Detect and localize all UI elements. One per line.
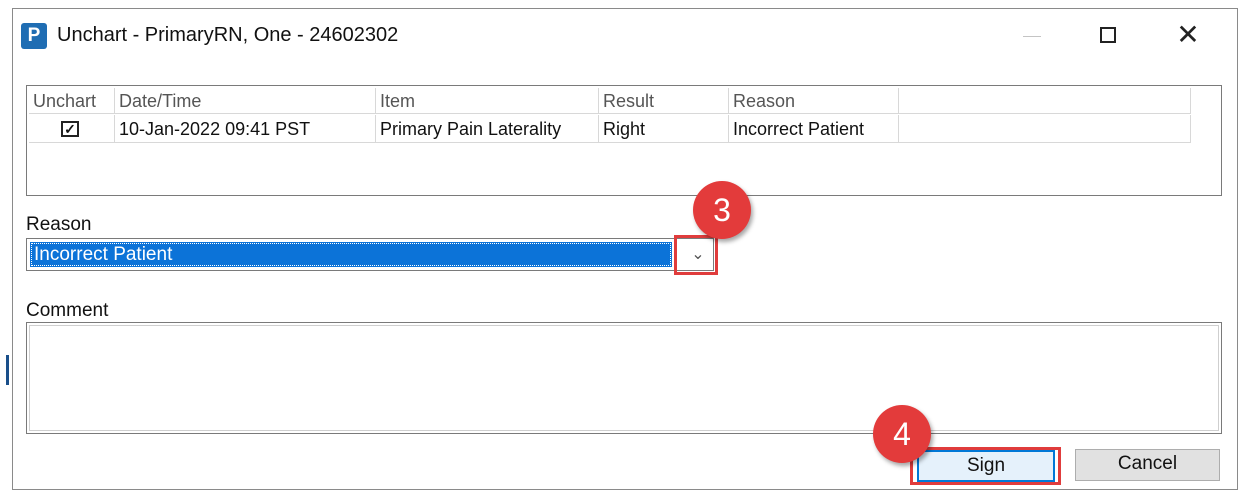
comment-label: Comment [26, 300, 109, 321]
extra-cell [899, 115, 1191, 143]
column-header-reason[interactable]: Reason [729, 88, 899, 114]
reason-cell: Incorrect Patient [729, 115, 899, 143]
dropdown-highlight-box [674, 235, 718, 275]
app-icon: P [21, 23, 47, 49]
step-4-badge: 4 [873, 405, 931, 463]
column-header-item[interactable]: Item [376, 88, 599, 114]
unchart-cell[interactable]: ✓ [29, 115, 115, 143]
unchart-checkbox[interactable]: ✓ [61, 121, 79, 137]
result-cell: Right [599, 115, 729, 143]
title-bar: P Unchart - PrimaryRN, One - 24602302 ✕ [13, 9, 1237, 61]
reason-selected-value[interactable]: Incorrect Patient [30, 242, 672, 267]
reason-label: Reason [26, 214, 92, 235]
sign-highlight-box [910, 447, 1061, 485]
grid-content: Unchart Date/Time Item Result Reason ✓ 1… [29, 88, 1191, 144]
item-cell: Primary Pain Laterality [376, 115, 599, 143]
column-header-unchart[interactable]: Unchart [29, 88, 115, 114]
maximize-button[interactable] [1085, 19, 1131, 51]
close-button[interactable]: ✕ [1165, 19, 1211, 51]
date-time-cell: 10-Jan-2022 09:41 PST [115, 115, 376, 143]
checkmark-icon: ✓ [64, 121, 76, 137]
unchart-dialog: P Unchart - PrimaryRN, One - 24602302 ✕ … [12, 8, 1238, 490]
column-header-result[interactable]: Result [599, 88, 729, 114]
column-header-blank [899, 88, 1191, 114]
window-title: Unchart - PrimaryRN, One - 24602302 [57, 24, 399, 46]
reason-dropdown[interactable]: Incorrect Patient ⌄ [26, 238, 714, 271]
step-3-badge: 3 [693, 181, 751, 239]
close-icon: ✕ [1176, 19, 1200, 50]
comment-textarea[interactable] [26, 322, 1222, 434]
column-header-date-time[interactable]: Date/Time [115, 88, 376, 114]
minimize-button[interactable] [1009, 19, 1055, 51]
cancel-button[interactable]: Cancel [1075, 449, 1220, 481]
background-window-edge [6, 355, 9, 385]
unchart-results-grid[interactable]: Unchart Date/Time Item Result Reason ✓ 1… [26, 85, 1222, 196]
